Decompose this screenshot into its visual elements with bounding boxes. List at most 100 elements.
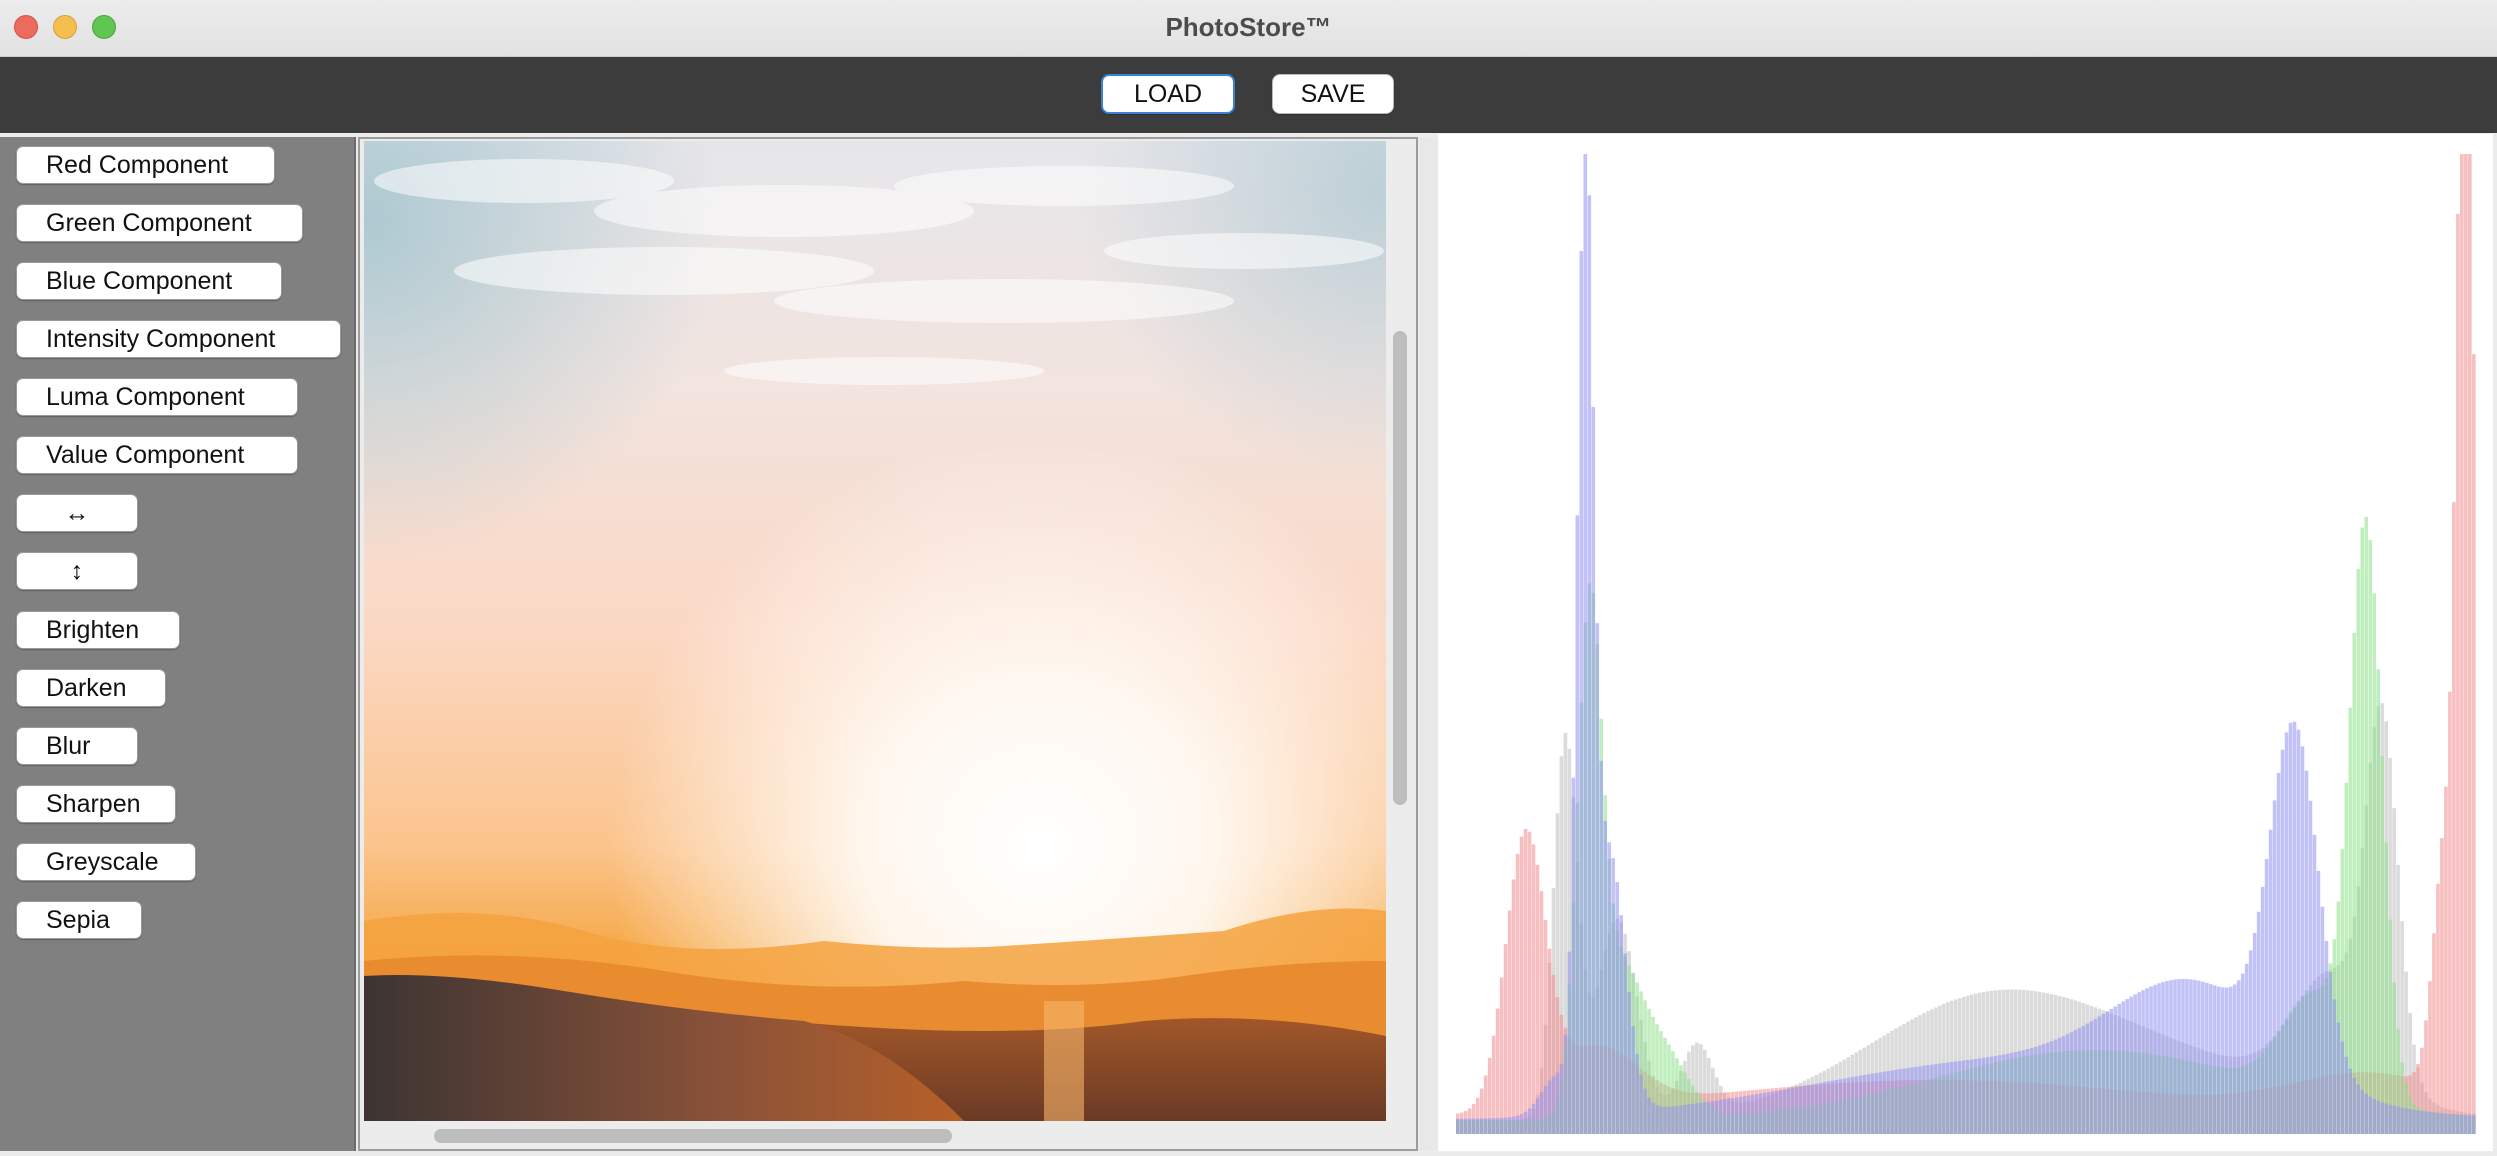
luma-component-button[interactable]: Luma Component	[16, 378, 298, 416]
histogram-bar	[2340, 1041, 2345, 1134]
histogram-bar	[2021, 1050, 2026, 1134]
histogram-bar	[1507, 1117, 1512, 1134]
histogram-bar	[1655, 1105, 1659, 1134]
flip-vertical-button[interactable]: ↕	[16, 552, 138, 590]
green-component-button[interactable]: Green Component	[16, 204, 303, 242]
histogram-bar	[1531, 1103, 1536, 1134]
histogram-bar	[2077, 1028, 2082, 1134]
histogram-bar	[2440, 1113, 2444, 1134]
histogram-bar	[2320, 906, 2325, 1134]
vertical-scrollbar[interactable]	[1393, 331, 1407, 805]
histogram-bar	[1802, 1085, 1807, 1134]
histogram-bar	[2041, 1044, 2046, 1134]
histogram-bar	[1878, 1072, 1882, 1134]
histogram-bar	[1703, 1102, 1707, 1134]
histogram-bar	[2460, 154, 2464, 1134]
histogram-bar	[1667, 1106, 1671, 1134]
save-button[interactable]: SAVE	[1272, 74, 1394, 114]
histogram-bar	[1699, 1102, 1703, 1134]
histogram-bar	[2268, 829, 2273, 1134]
histogram-bar	[2308, 800, 2313, 1134]
histogram-bar	[2001, 1054, 2006, 1134]
histogram-bar	[1818, 1082, 1823, 1134]
histogram-bar	[1726, 1098, 1731, 1134]
histogram-bar	[1778, 1090, 1783, 1134]
histogram-bar	[1790, 1087, 1795, 1134]
histogram-bar	[2089, 1021, 2094, 1134]
histogram-bar	[1722, 1099, 1727, 1134]
histogram-bar	[2352, 632, 2357, 1134]
histogram-bar	[1862, 1075, 1866, 1134]
load-button[interactable]: LOAD	[1101, 74, 1235, 114]
histogram-bar	[2428, 981, 2432, 1134]
histogram-bar	[1571, 777, 1576, 1134]
histogram-bar	[2332, 999, 2337, 1134]
greyscale-button[interactable]: Greyscale	[16, 843, 196, 881]
histogram-bar	[2424, 1111, 2428, 1134]
histogram-bar	[1551, 1076, 1556, 1134]
histogram-bar	[2069, 1032, 2074, 1134]
histogram-bar	[2296, 729, 2301, 1134]
histogram-bar	[1491, 1118, 1496, 1134]
histogram-bar	[2472, 354, 2476, 1134]
intensity-component-button[interactable]: Intensity Component	[16, 320, 341, 358]
flip-horizontal-button[interactable]: ↔	[16, 494, 138, 532]
histogram-bar	[2093, 1018, 2098, 1134]
sharpen-button[interactable]: Sharpen	[16, 785, 176, 823]
histogram-bar	[2109, 1008, 2114, 1134]
blue-component-button[interactable]: Blue Component	[16, 262, 282, 300]
histogram-bar	[2368, 539, 2373, 1134]
histogram-bar	[2412, 1109, 2416, 1134]
histogram-bar	[1834, 1079, 1839, 1134]
histogram-bar	[1774, 1090, 1779, 1134]
histogram-bar	[2436, 883, 2440, 1134]
histogram-bar	[2025, 1049, 2030, 1134]
sepia-button[interactable]: Sepia	[16, 901, 142, 939]
histogram-bar	[2376, 1100, 2380, 1134]
brighten-button[interactable]: Brighten	[16, 611, 180, 649]
histogram-bar	[1647, 1097, 1651, 1134]
histogram-bar	[1997, 1055, 2002, 1134]
darken-button[interactable]: Darken	[16, 669, 166, 707]
histogram-bar	[2372, 1098, 2376, 1134]
histogram-bar	[1754, 1094, 1759, 1134]
histogram-bar	[2217, 986, 2221, 1134]
histogram-bar	[2324, 940, 2329, 1134]
histogram-bar	[1882, 1071, 1886, 1134]
histogram-bar	[1559, 1063, 1564, 1134]
histogram-bar	[2145, 988, 2149, 1134]
histogram-bar	[2053, 1039, 2058, 1134]
value-component-button[interactable]: Value Component	[16, 436, 298, 474]
histogram-bar	[2452, 1114, 2456, 1134]
histogram-bar	[2037, 1045, 2042, 1134]
histogram-bar	[2125, 999, 2129, 1134]
histogram-bar	[1615, 882, 1619, 1134]
histogram-bar	[1575, 515, 1580, 1134]
histogram-bar	[2209, 984, 2213, 1134]
histogram-bar	[1555, 1072, 1560, 1134]
histogram-blue-series	[1456, 154, 2476, 1135]
histogram-bar	[2360, 1089, 2365, 1134]
histogram-bar	[1487, 1118, 1492, 1134]
histogram-bar	[2408, 1108, 2412, 1134]
histogram-bar	[1946, 1062, 1950, 1134]
histogram-bar	[2029, 1047, 2034, 1134]
histogram-bar	[1958, 1061, 1962, 1134]
histogram-bar	[1985, 1057, 1990, 1134]
histogram-bar	[2356, 1084, 2361, 1134]
histogram-bar	[2440, 838, 2444, 1134]
histogram-bar	[2228, 986, 2233, 1134]
histogram-bar	[1886, 1071, 1890, 1134]
histogram-bar	[2224, 987, 2229, 1134]
red-component-button[interactable]: Red Component	[16, 146, 275, 184]
histogram-bar	[2252, 933, 2257, 1134]
histogram-bar	[1627, 991, 1631, 1134]
histogram-bar	[2061, 1036, 2066, 1134]
histogram-bar	[1639, 1074, 1643, 1134]
histogram-bar	[1718, 1099, 1723, 1134]
horizontal-scrollbar[interactable]	[434, 1129, 952, 1143]
histogram-bar	[2073, 1030, 2078, 1134]
histogram-bar	[2372, 593, 2376, 1134]
blur-button[interactable]: Blur	[16, 727, 138, 765]
histogram-bar	[1523, 1111, 1528, 1134]
